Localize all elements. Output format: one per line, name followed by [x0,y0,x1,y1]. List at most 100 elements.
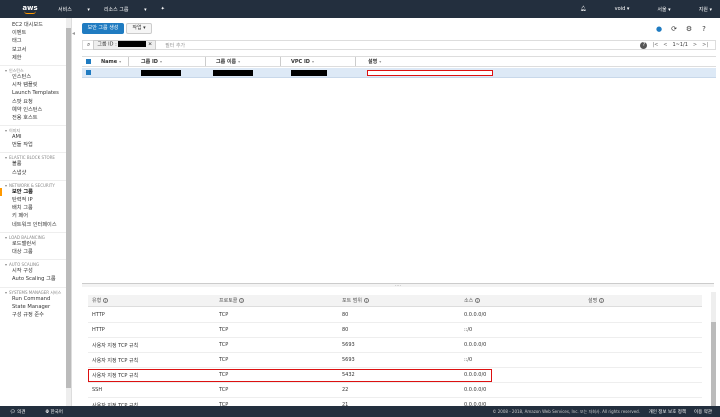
sidebar-item[interactable]: 시작 템플릿 [0,81,71,89]
services-menu[interactable]: 서비스 ▾ [58,6,90,13]
collapse-arrow-icon: ▾ [5,234,8,240]
col-name[interactable]: Name ▾ [101,57,121,66]
pin-icon[interactable]: ✦ [161,6,165,12]
account-menu[interactable]: void ▾ [601,6,630,12]
search-icon: ⌕ [87,41,91,48]
bell-icon[interactable]: 🔔︎ [580,6,586,12]
help-icon[interactable]: ? [700,25,708,33]
select-all-checkbox[interactable] [86,59,91,64]
sidebar-section-header[interactable]: ▾ 이미지 [0,125,71,133]
sidebar-item[interactable]: 스팟 요청 [0,98,71,106]
sidebar-section-header[interactable]: ▾ 인스턴스 [0,64,71,73]
region-menu[interactable]: 서울 ▾ [643,6,670,13]
sidebar-section-header[interactable]: ▾ LOAD BALANCING [0,231,71,240]
sidebar-item[interactable]: Launch Templates [0,89,71,97]
sidebar-item[interactable]: 제한 [0,54,71,62]
sidebar-item[interactable]: 시작 구성 [0,267,71,275]
info-icon: i [599,298,605,303]
sidebar-item[interactable]: 볼륨 [0,160,71,168]
resource-groups-menu[interactable]: 리소스 그룹 ▾ [104,6,147,13]
sidebar-item[interactable]: 대상 그룹 [0,248,71,256]
sidebar-item[interactable]: 구성 규정 준수 [0,311,71,319]
col-source: 소스 i [464,298,481,304]
sidebar-item[interactable]: 전용 호스트 [0,114,71,122]
redacted-group-id [141,69,181,76]
col-protocol: 프로토콜 i [219,298,245,304]
page-range: 1~1/1 [672,42,688,48]
sidebar-item[interactable]: 인스턴스 [0,73,71,81]
copyright-text: © 2008 - 2018, Amazon Web Services, Inc.… [492,408,640,414]
col-vpc-id[interactable]: VPC ID ▾ [291,57,314,66]
info-icon: i [239,298,245,303]
sidebar-item[interactable]: 번들 작업 [0,141,71,149]
col-type: 유형 i [92,298,109,304]
sidebar-item[interactable]: 태그 [0,37,71,45]
rule-type: HTTP [92,312,105,318]
sidebar-item[interactable]: 키 페어 [0,212,71,220]
rule-row: 사용자 지정 TCP 규칙 TCP 5693 0.0.0.0/0 [88,338,702,353]
sidebar-item[interactable]: 배치 그룹 [0,204,71,212]
col-description[interactable]: 설명 ▾ [368,57,381,66]
rule-type: 사용자 지정 TCP 규칙 [92,342,139,349]
col-group-id[interactable]: 그룹 ID ▾ [141,57,162,66]
chat-icon[interactable]: ● [655,25,663,33]
rule-port: 5693 [342,342,355,348]
panel-scrollbar[interactable] [711,292,716,406]
row-checkbox[interactable] [86,70,91,75]
inbound-rules-panel: 유형 i 프로토콜 i 포트 범위 i 소스 i 설명 i HTTP TCP 80 0.0.0.… [82,292,716,413]
actions-button[interactable]: 작업 ▾ [126,23,152,34]
rule-type: 사용자 지정 TCP 규칙 [92,357,139,364]
terms-of-use-link[interactable]: 이용 약관 [694,409,712,415]
support-menu[interactable]: 지원 ▾ [685,6,712,13]
sidebar-item[interactable]: Auto Scaling 그룹 [0,275,71,283]
sidebar-scrollbar[interactable] [66,18,71,406]
redacted-vpc-id [291,69,327,76]
create-security-group-button[interactable]: 보안 그룹 생성 [82,23,124,34]
sidebar-item[interactable]: Run Command [0,295,71,303]
sidebar-item[interactable]: 스냅샷 [0,169,71,177]
col-port-range: 포트 범위 i [342,298,369,304]
privacy-policy-link[interactable]: 개인 정보 보호 정책 [649,409,686,415]
first-page-button[interactable]: |< [652,42,658,48]
sidebar-section-header[interactable]: ▾ SYSTEMS MANAGER 서비스 [0,286,71,295]
collapse-arrow-icon: ▾ [5,128,8,134]
search-input[interactable]: 필터 추가 [165,42,185,49]
sidebar-section-header[interactable]: ▾ ELASTIC BLOCK STORE [0,152,71,160]
feedback-link[interactable]: 💬︎ 의견 [10,409,35,415]
redacted-description [367,69,493,76]
sidebar-item[interactable]: 네트워크 인터페이스 [0,221,71,229]
sidebar-item[interactable]: 보안 그룹 [0,187,71,196]
settings-icon[interactable]: ⚙ [685,25,693,33]
refresh-icon[interactable]: ⟳ [670,25,678,33]
sidebar-item[interactable]: 탄력적 IP [0,196,71,204]
last-page-button[interactable]: >| [702,42,708,48]
prev-page-button[interactable]: < [663,42,667,48]
next-page-button[interactable]: > [693,42,697,48]
sidebar-item[interactable]: State Manager [0,303,71,311]
rule-type: SSH [92,387,103,393]
rule-protocol: TCP [219,327,229,333]
sidebar-item[interactable]: 이벤트 [0,29,71,37]
rule-protocol: TCP [219,342,229,348]
rule-source: ::/0 [464,357,473,363]
sidebar-section-header[interactable]: ▾ AUTO SCALING [0,259,71,267]
sidebar-item[interactable]: 보고서 [0,46,71,54]
sidebar-item[interactable]: AMI [0,133,71,141]
filter-chip-group-id[interactable]: 그룹 ID : ✕ [93,40,157,50]
collapse-arrow-icon: ▾ [5,289,8,295]
col-group-name[interactable]: 그룹 이름 ▾ [216,57,240,66]
collapse-sidebar-icon[interactable]: ◂ [72,30,78,40]
info-icon: i [475,298,481,303]
language-selector[interactable]: 🌐︎ 한국어 [45,409,72,415]
help-circle-icon[interactable]: ? [640,41,648,49]
aws-logo[interactable]: aws [20,4,40,14]
sidebar-item[interactable]: EC2 대시보드 [0,21,71,29]
panel-resize-handle[interactable]: .... [82,283,714,288]
filter-search-bar[interactable]: ⌕ 그룹 ID : ✕ 필터 추가 [82,40,716,50]
rules-table-header: 유형 i 프로토콜 i 포트 범위 i 소스 i 설명 i [88,295,702,307]
sidebar-item[interactable]: 로드밸런서 [0,240,71,248]
col-rule-description: 설명 i [588,298,605,304]
sidebar-section-header[interactable]: ▾ NETWORK & SECURITY [0,179,71,188]
table-row[interactable] [82,68,716,78]
sidebar-item[interactable]: 예약 인스턴스 [0,106,71,114]
